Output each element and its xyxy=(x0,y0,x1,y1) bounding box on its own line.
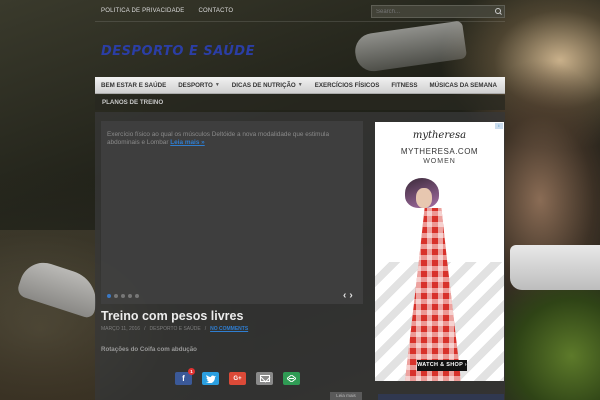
secondary-nav: PLANOS DE TREINO xyxy=(95,95,505,110)
nav-item-dicas-nutricao[interactable]: DICAS DE NUTRIÇÃO ▼ xyxy=(226,82,309,89)
nav-item-bem-estar[interactable]: BEM ESTAR E SAÚDE xyxy=(95,82,172,89)
slider-caption-text: Exercício físico ao qual os músculos Del… xyxy=(107,131,330,146)
post-title[interactable]: Treino com pesos livres xyxy=(101,309,243,323)
email-icon xyxy=(259,375,270,382)
nav-item-musicas[interactable]: MÚSICAS DA SEMANA xyxy=(423,82,503,89)
background-foliage xyxy=(505,290,600,400)
ad-brand-logo: mytheresa xyxy=(412,130,467,141)
slider-dot[interactable] xyxy=(135,294,139,298)
nav-item-label: DICAS DE NUTRIÇÃO xyxy=(231,81,296,89)
post-category[interactable]: DESPORTO E SAÚDE xyxy=(149,326,200,332)
slider-dot[interactable] xyxy=(128,294,132,298)
background-sports-top xyxy=(510,245,600,290)
search-icon[interactable] xyxy=(492,6,504,17)
chevron-down-icon: ▼ xyxy=(214,82,220,88)
nav-item-label: DESPORTO xyxy=(178,81,213,89)
advertisement-banner[interactable]: i mytheresa MYTHERESA.COM WOMEN WATCH & … xyxy=(375,122,504,381)
googleplus-share-button[interactable]: G+ xyxy=(229,372,246,385)
nav-item-label: FITNESS xyxy=(391,81,418,89)
site-title[interactable]: DESPORTO E SAÚDE xyxy=(101,44,255,59)
topbar-link-privacy[interactable]: POLITICA DE PRIVACIDADE xyxy=(101,8,185,14)
slider-pagination xyxy=(107,294,139,298)
nav-item-desporto[interactable]: DESPORTO ▼ xyxy=(172,82,226,89)
twitter-share-button[interactable] xyxy=(202,372,219,385)
search-box xyxy=(371,5,505,18)
email-share-button[interactable] xyxy=(256,372,273,385)
slider-next-icon[interactable]: › xyxy=(349,290,352,302)
slider-read-more-link[interactable]: Leia mais » xyxy=(170,139,204,146)
twitter-icon xyxy=(205,374,216,383)
ad-subheadline: WOMEN xyxy=(423,158,456,165)
featured-slider xyxy=(101,121,363,304)
slider-dot[interactable] xyxy=(107,294,111,298)
topbar-link-contact[interactable]: CONTACTO xyxy=(199,8,234,14)
slider-dot[interactable] xyxy=(121,294,125,298)
googleplus-icon: G+ xyxy=(233,375,242,382)
nav-item-fitness[interactable]: FITNESS xyxy=(385,82,423,89)
nav-item-label: EXERCÍCIOS FÍSICOS xyxy=(314,81,380,89)
adchoices-icon[interactable]: i xyxy=(495,123,503,129)
post-excerpt: Rotações do Coifa com abdução xyxy=(101,346,197,353)
slider-prev-icon[interactable]: ‹ xyxy=(343,290,346,302)
nav-item-label: MÚSICAS DA SEMANA xyxy=(429,81,497,89)
slider-dot[interactable] xyxy=(114,294,118,298)
share-buttons: f 1 G+ xyxy=(175,368,300,385)
post-meta: MARÇO 11, 2016 / DESPORTO E SAÚDE / NO C… xyxy=(101,326,248,332)
read-more-button[interactable]: Leia mais xyxy=(330,392,362,400)
ad-watch-shop-button[interactable]: WATCH & SHOP › xyxy=(417,360,467,371)
post-comments-link[interactable]: NO COMMENTS xyxy=(210,326,248,332)
main-nav: BEM ESTAR E SAÚDE DESPORTO ▼ DICAS DE NUT… xyxy=(95,77,505,94)
share-icon xyxy=(287,375,296,382)
slider-caption: Exercício físico ao qual os músculos Del… xyxy=(107,131,347,147)
nav-item-planos-treino[interactable]: PLANOS DE TREINO xyxy=(102,99,163,106)
nav-item-label: BEM ESTAR E SAÚDE xyxy=(101,81,167,89)
sidebar-widget-edge xyxy=(378,394,504,400)
slider-arrows: ‹ › xyxy=(343,290,353,302)
nav-item-exercicios[interactable]: EXERCÍCIOS FÍSICOS xyxy=(309,82,386,89)
background-water-bottle xyxy=(352,20,468,74)
search-input[interactable] xyxy=(372,6,492,17)
top-bar: POLITICA DE PRIVACIDADE CONTACTO xyxy=(95,0,505,22)
meta-separator: / xyxy=(204,326,207,332)
meta-separator: / xyxy=(144,326,146,332)
facebook-share-button[interactable]: f 1 xyxy=(175,368,195,385)
facebook-icon: f xyxy=(182,374,185,383)
share-count-badge: 1 xyxy=(188,368,195,375)
ad-model-face xyxy=(416,188,432,208)
ad-headline: MYTHERESA.COM xyxy=(400,147,479,156)
sharethis-button[interactable] xyxy=(283,372,300,385)
chevron-down-icon: ▼ xyxy=(297,82,303,88)
post-date: MARÇO 11, 2016 xyxy=(101,326,141,332)
